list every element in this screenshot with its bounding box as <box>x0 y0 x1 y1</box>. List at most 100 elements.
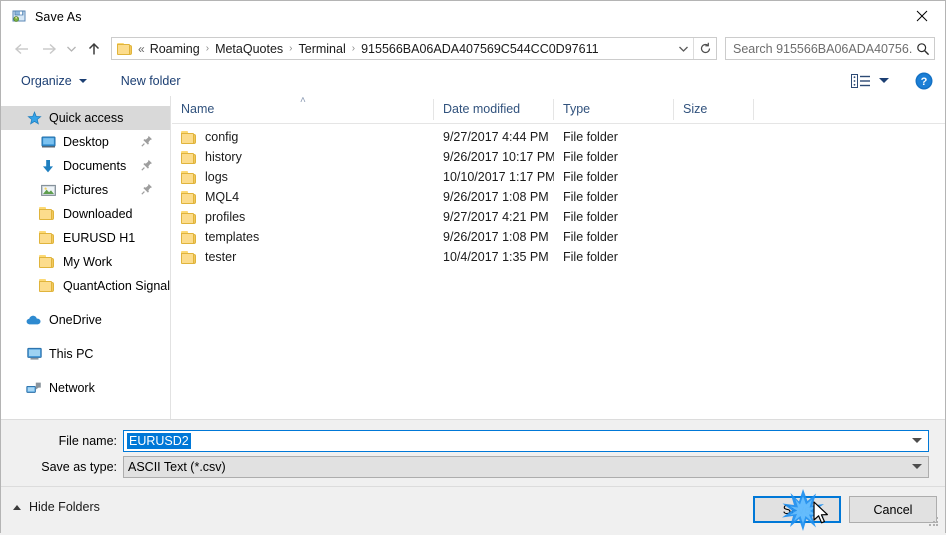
breadcrumb-separator-icon: › <box>289 43 293 54</box>
search-box[interactable]: Search 915566BA06ADA40756... <box>725 37 935 60</box>
file-type-cell: File folder <box>563 170 618 184</box>
help-button[interactable]: ? <box>915 72 933 90</box>
file-name-label: logs <box>205 170 228 184</box>
recent-locations-button[interactable] <box>61 36 81 62</box>
sidebar-item-pictures[interactable]: Pictures <box>1 178 170 202</box>
file-type-cell: File folder <box>563 210 618 224</box>
table-row[interactable]: config 9/27/2017 4:44 PM File folder <box>172 127 945 147</box>
navigation-pane: Quick access Desktop Documents Pictures … <box>1 96 171 419</box>
file-name-cell: history <box>172 150 434 164</box>
breadcrumb-item-roaming[interactable]: Roaming <box>148 42 202 56</box>
chevron-down-icon[interactable] <box>912 438 922 443</box>
column-header-row: ˄ Name Date modified Type Size <box>172 96 945 124</box>
file-type-cell: File folder <box>563 190 618 204</box>
table-row[interactable]: tester 10/4/2017 1:35 PM File folder <box>172 247 945 267</box>
save-as-dialog: Save As « Roaming › MetaQuotes › Termina… <box>0 0 946 533</box>
dialog-footer: Hide Folders Save Cancel <box>1 486 945 533</box>
back-button[interactable] <box>9 36 35 62</box>
sidebar-item-desktop[interactable]: Desktop <box>1 130 170 154</box>
sidebar-item-label: Network <box>49 381 95 395</box>
table-row[interactable]: MQL4 9/26/2017 1:08 PM File folder <box>172 187 945 207</box>
organize-button[interactable]: Organize <box>13 70 95 92</box>
breadcrumb-item-guid[interactable]: 915566BA06ADA407569C544CC0D97611 <box>359 42 600 56</box>
change-view-button[interactable] <box>847 72 893 90</box>
file-name-row: File name: EURUSD2 <box>1 430 945 452</box>
breadcrumb-overflow[interactable]: « <box>137 42 148 56</box>
sidebar-item-label: Pictures <box>63 183 109 197</box>
up-arrow-icon <box>88 42 100 54</box>
close-button[interactable] <box>899 1 945 31</box>
breadcrumb-separator-icon: › <box>205 43 210 54</box>
help-question-icon: ? <box>915 72 933 89</box>
search-input[interactable]: Search 915566BA06ADA40756... <box>726 42 912 56</box>
table-row[interactable]: logs 10/10/2017 1:17 PM File folder <box>172 167 945 187</box>
breadcrumb-item-terminal[interactable]: Terminal <box>297 42 348 56</box>
folder-icon <box>39 206 57 222</box>
search-icon[interactable] <box>912 42 934 56</box>
sidebar-item-label: QuantAction Signal <box>63 279 171 293</box>
pin-icon[interactable] <box>141 135 153 147</box>
toolbar-right-group: ? <box>847 72 933 90</box>
forward-button[interactable] <box>35 36 61 62</box>
save-as-type-row: Save as type: ASCII Text (*.csv) <box>1 456 945 478</box>
file-name-input[interactable]: EURUSD2 <box>123 430 929 452</box>
folder-icon <box>39 278 57 294</box>
column-header-size[interactable]: Size <box>674 99 754 120</box>
sidebar-item-label: Documents <box>63 159 127 173</box>
file-type-cell: File folder <box>563 230 618 244</box>
sidebar-item-network[interactable]: Network <box>1 376 170 400</box>
sidebar-item-eurusd-h1[interactable]: EURUSD H1 <box>1 226 170 250</box>
star-icon <box>25 110 43 126</box>
hide-folders-button[interactable]: Hide Folders <box>13 500 100 514</box>
refresh-button[interactable] <box>693 38 716 59</box>
file-date-cell: 9/26/2017 10:17 PM <box>443 150 554 164</box>
file-type-cell: File folder <box>563 250 618 264</box>
save-button[interactable]: Save <box>753 496 841 523</box>
new-folder-button[interactable]: New folder <box>113 70 189 92</box>
sidebar-item-onedrive[interactable]: OneDrive <box>1 308 170 332</box>
file-name-label: MQL4 <box>205 190 240 204</box>
sidebar-item-documents[interactable]: Documents <box>1 154 170 178</box>
sidebar-item-this-pc[interactable]: This PC <box>1 342 170 366</box>
file-type-cell: File folder <box>563 130 618 144</box>
documents-download-arrow-icon <box>39 158 57 174</box>
pin-icon[interactable] <box>141 183 153 195</box>
sidebar-item-label: Desktop <box>63 135 109 149</box>
chevron-down-icon <box>678 46 688 52</box>
pin-icon[interactable] <box>141 159 153 171</box>
table-row[interactable]: profiles 9/27/2017 4:21 PM File folder <box>172 207 945 227</box>
breadcrumb-item-metaquotes[interactable]: MetaQuotes <box>213 42 285 56</box>
file-name-cell: templates <box>172 230 434 244</box>
up-button[interactable] <box>81 36 107 62</box>
file-name-label: history <box>205 150 242 164</box>
save-button-label: Save <box>782 502 812 517</box>
folder-icon <box>39 230 57 246</box>
sidebar-item-quick-access[interactable]: Quick access <box>1 106 170 130</box>
cancel-button[interactable]: Cancel <box>849 496 937 523</box>
file-name-label: profiles <box>205 210 246 224</box>
table-row[interactable]: history 9/26/2017 10:17 PM File folder <box>172 147 945 167</box>
folder-icon <box>181 230 197 244</box>
save-as-type-select[interactable]: ASCII Text (*.csv) <box>123 456 929 478</box>
sidebar-item-label: Downloaded <box>63 207 133 221</box>
network-icon <box>25 380 43 396</box>
file-date-cell: 9/26/2017 1:08 PM <box>443 190 549 204</box>
file-type-cell: File folder <box>563 150 618 164</box>
sidebar-item-my-work[interactable]: My Work <box>1 250 170 274</box>
column-header-date-modified[interactable]: Date modified <box>434 99 554 120</box>
cancel-button-label: Cancel <box>873 502 913 517</box>
sidebar-item-label: Quick access <box>49 111 124 125</box>
desktop-monitor-icon <box>39 134 57 150</box>
sidebar-item-downloaded[interactable]: Downloaded <box>1 202 170 226</box>
column-header-type[interactable]: Type <box>554 99 674 120</box>
sidebar-item-label: This PC <box>49 347 94 361</box>
file-name-cell: tester <box>172 250 434 264</box>
file-name-label: File name: <box>58 434 117 448</box>
address-bar[interactable]: « Roaming › MetaQuotes › Terminal › 9155… <box>111 37 717 60</box>
sidebar-item-quantaction-signal[interactable]: QuantAction Signal <box>1 274 170 298</box>
address-dropdown-button[interactable] <box>673 38 693 59</box>
save-as-type-value: ASCII Text (*.csv) <box>128 460 226 474</box>
onedrive-cloud-icon <box>25 312 43 328</box>
table-row[interactable]: templates 9/26/2017 1:08 PM File folder <box>172 227 945 247</box>
chevron-down-icon[interactable] <box>912 464 922 469</box>
